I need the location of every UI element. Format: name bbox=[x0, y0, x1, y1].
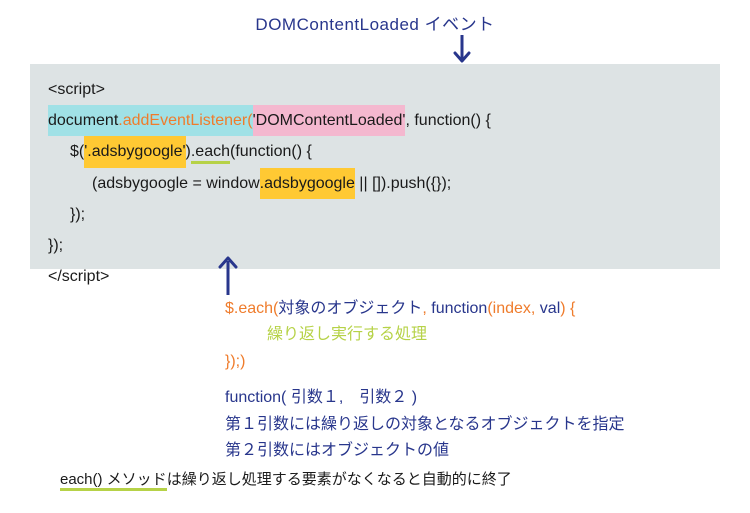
anno-text: , bbox=[422, 300, 431, 317]
code-line-7: </script> bbox=[48, 261, 702, 292]
anno-text: 第２引数にはオブジェクトの値 bbox=[225, 442, 449, 459]
anno-text: 繰り返し実行する処理 bbox=[267, 326, 427, 343]
figure-title-text: DOMContentLoaded イベント bbox=[255, 15, 494, 34]
code-line-4: (adsbygoogle = window.adsbygoogle || [])… bbox=[48, 168, 702, 199]
code-text: .adsbygoogle bbox=[260, 175, 355, 192]
code-text: $( bbox=[70, 143, 84, 160]
anno-text: 対象のオブジェクト bbox=[278, 300, 422, 317]
anno-text: (index, bbox=[487, 300, 539, 317]
arrow-up-icon bbox=[215, 253, 241, 295]
anno-text: val bbox=[540, 300, 560, 317]
code-text: 'DOMContentLoaded' bbox=[253, 112, 406, 129]
annotation-line-5: 第１引数には繰り返しの対象となるオブジェクトを指定 bbox=[225, 412, 720, 438]
code-line-6: }); bbox=[48, 230, 702, 261]
anno-text: ) { bbox=[560, 300, 575, 317]
code-line-1: <script> bbox=[48, 74, 702, 105]
code-text: , function() { bbox=[405, 112, 490, 129]
code-text: (function() { bbox=[230, 143, 312, 160]
annotation-line-2: 繰り返し実行する処理 bbox=[225, 322, 720, 348]
anno-text: function bbox=[431, 300, 487, 317]
annotation-block-2: function( 引数１, 引数２ ) 第１引数には繰り返しの対象となるオブジ… bbox=[225, 385, 720, 464]
code-text: <script> bbox=[48, 81, 105, 98]
annotation-line-3: });) bbox=[225, 349, 720, 375]
footnote: each() メソッドは繰り返し処理する要素がなくなると自動的に終了 bbox=[60, 468, 512, 491]
code-block: <script> document.addEventListener('DOMC… bbox=[30, 64, 720, 269]
code-text: document bbox=[48, 112, 118, 129]
annotation-line-6: 第２引数にはオブジェクトの値 bbox=[225, 438, 720, 464]
code-text: (adsbygoogle = window bbox=[92, 175, 260, 192]
highlight-adsbygoogle: .adsbygoogle bbox=[260, 168, 355, 199]
code-text: '.adsbygoogle' bbox=[84, 143, 185, 160]
underline-each: .each bbox=[191, 144, 230, 164]
code-text: </script> bbox=[48, 268, 109, 285]
highlight-document: document.addEventListener( bbox=[48, 105, 253, 136]
code-line-2: document.addEventListener('DOMContentLoa… bbox=[48, 105, 702, 136]
code-text: }); bbox=[48, 237, 63, 254]
code-line-3: $('.adsbygoogle').each(function() { bbox=[48, 136, 702, 167]
footnote-lead: each() メソッド bbox=[60, 472, 167, 491]
anno-text: $.each( bbox=[225, 300, 278, 317]
highlight-selector: '.adsbygoogle' bbox=[84, 136, 185, 167]
figure-title: DOMContentLoaded イベント bbox=[0, 10, 750, 35]
highlight-domcontentloaded: 'DOMContentLoaded' bbox=[253, 105, 406, 136]
annotation-line-1: $.each(対象のオブジェクト, function(index, val) { bbox=[225, 296, 720, 322]
code-text: || []).push({}); bbox=[355, 175, 451, 192]
anno-text: 第１引数には繰り返しの対象となるオブジェクトを指定 bbox=[225, 416, 625, 433]
anno-text: function( 引数１, 引数２ ) bbox=[225, 389, 417, 406]
code-text: .each bbox=[191, 143, 230, 160]
code-text: }); bbox=[70, 206, 85, 223]
arrow-down-icon bbox=[452, 35, 472, 65]
code-line-5: }); bbox=[48, 199, 702, 230]
annotation-block: $.each(対象のオブジェクト, function(index, val) {… bbox=[225, 296, 720, 464]
code-text: .addEventListener( bbox=[118, 112, 252, 129]
footnote-rest: は繰り返し処理する要素がなくなると自動的に終了 bbox=[167, 471, 512, 488]
anno-text: });) bbox=[225, 353, 245, 370]
annotation-line-4: function( 引数１, 引数２ ) bbox=[225, 385, 720, 411]
